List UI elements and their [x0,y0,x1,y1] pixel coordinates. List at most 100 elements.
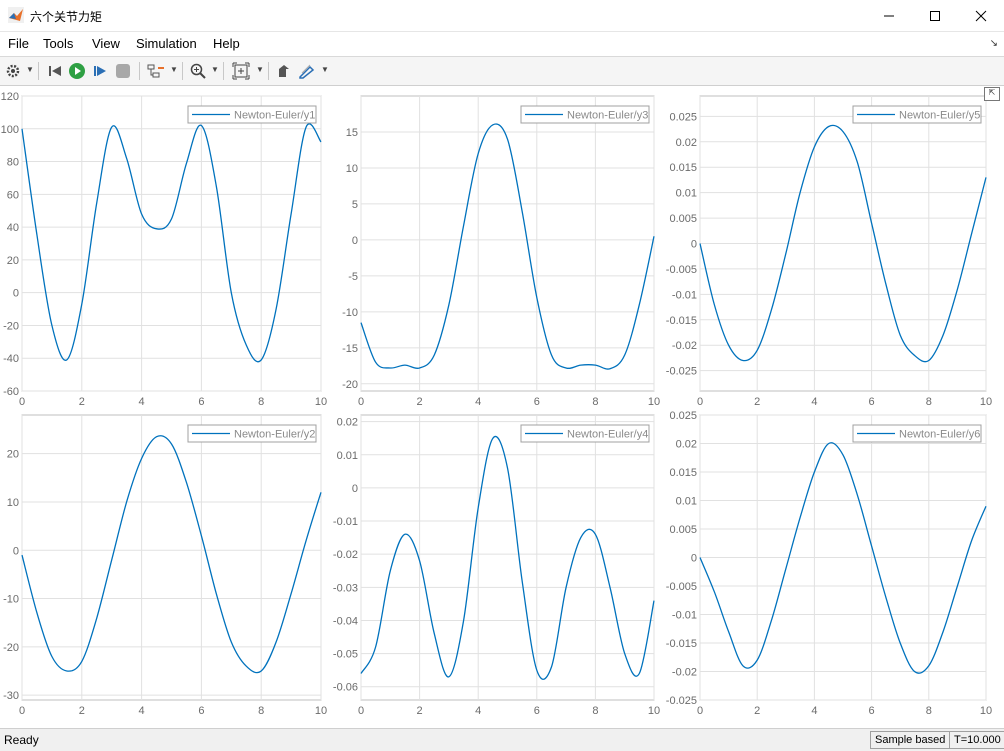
highlight-button[interactable] [274,61,294,81]
y-tick-label: 100 [1,124,19,136]
x-tick-label: 6 [198,705,204,717]
legend: Newton-Euler/y4 [520,424,650,443]
zoom-button[interactable] [188,61,208,81]
y-tick-label: 80 [7,157,19,169]
legend: Newton-Euler/y3 [520,105,650,124]
legend-label: Newton-Euler/y6 [899,429,980,441]
style-button[interactable] [297,61,317,81]
status-ready: Ready [4,733,39,747]
minimize-button[interactable] [866,0,912,31]
toolbar-divider [268,62,269,80]
y-tick-label: -0.02 [672,667,697,679]
x-tick-label: 10 [315,396,327,408]
stop-icon [116,64,130,78]
scope-panel-5[interactable]: 0 2 4 6 8 10 -0.025 -0.02 -0.015 -0.01 -0.005 0 0.00… [666,95,992,408]
legend: Newton-Euler/y6 [852,424,982,443]
close-icon [975,10,987,21]
x-tick-label: 8 [592,705,598,717]
chevron-down-icon[interactable]: ▼ [256,65,264,74]
y-tick-label: 0 [352,483,358,495]
x-tick-label: 8 [258,396,264,408]
y-tick-label: 0.015 [669,467,697,479]
close-button[interactable] [958,0,1004,31]
y-tick-label: -60 [3,386,19,398]
y-tick-label: 20 [7,255,19,267]
legend: Newton-Euler/y2 [187,424,317,443]
legend-label: Newton-Euler/y5 [899,110,980,122]
y-tick-label: -40 [3,353,19,365]
undock-icon[interactable]: ⇱ [984,87,1000,101]
toolbar-divider [38,62,39,80]
menu-help[interactable]: Help [213,36,240,51]
fit-view-icon [232,62,250,80]
y-tick-label: -0.04 [333,615,358,627]
run-button[interactable] [67,61,87,81]
y-tick-label: -0.015 [666,315,697,327]
menu-file[interactable]: File [8,36,29,51]
chevron-down-icon[interactable]: ▼ [170,65,178,74]
run-icon [69,63,85,79]
x-tick-label: 2 [79,396,85,408]
y-tick-label: -10 [3,594,19,606]
collapse-menu-icon[interactable]: ↘ [990,38,998,49]
title-bar: 六个关节力矩 [0,0,1004,32]
x-tick-label: 2 [754,705,760,717]
y-tick-label: -0.06 [333,682,358,694]
y-tick-label: 0.02 [676,439,697,451]
y-tick-label: 0 [13,288,19,300]
gear-icon [6,64,20,78]
scope-panel-1[interactable]: 0 2 4 6 8 10 -60 -40 -20 0 20 40 60 80 100 120 Newton-Eu… [1,91,327,408]
menu-view[interactable]: View [92,36,120,51]
menu-simulation[interactable]: Simulation [136,36,197,51]
scope-panel-4[interactable]: 0 2 4 6 8 10 -0.06 -0.05 -0.04 -0.03 -0.02 -0.01 0 0.… [333,414,660,717]
x-tick-label: 4 [139,396,145,408]
chevron-down-icon[interactable]: ▼ [211,65,219,74]
y-tick-label: -0.02 [672,340,697,352]
legend: Newton-Euler/y1 [187,105,317,124]
x-tick-label: 2 [79,705,85,717]
settings-button[interactable] [3,61,23,81]
scope-panel-6[interactable]: 0 2 4 6 8 10 -0.025 -0.02 -0.015 -0.01 -0.005 0 0.00… [666,410,992,717]
sample-mode: Sample based [870,731,951,749]
y-tick-label: 0.025 [669,111,697,123]
y-tick-label: -0.05 [333,649,358,661]
zoom-in-icon [190,63,206,79]
fit-view-button[interactable] [231,61,251,81]
y-tick-label: 10 [7,497,19,509]
stop-button[interactable] [113,61,133,81]
y-tick-label: -15 [342,343,358,355]
step-back-button[interactable] [45,61,65,81]
x-tick-label: 8 [258,705,264,717]
axes-box [21,95,322,392]
y-tick-label: 0.005 [669,213,697,225]
scope-panel-3[interactable]: 0 2 4 6 8 10 -20 -15 -10 -5 0 5 10 15 Newton-Euler/y3 [342,95,660,408]
x-tick-label: 8 [926,705,932,717]
y-tick-label: -0.01 [672,289,697,301]
x-tick-label: 4 [475,396,481,408]
chevron-down-icon[interactable]: ▼ [26,65,34,74]
y-tick-label: -20 [342,379,358,391]
y-tick-label: 0.02 [676,137,697,149]
y-tick-label: 0.025 [669,410,697,422]
x-tick-label: 6 [869,396,875,408]
x-tick-label: 10 [648,396,660,408]
y-tick-label: 0.01 [676,496,697,508]
maximize-button[interactable] [912,0,958,31]
y-tick-label: 10 [346,163,358,175]
scope-panel-2[interactable]: 0 2 4 6 8 10 -30 -20 -10 0 10 20 Newton-Euler/y2 [3,414,327,717]
y-tick-label: -20 [3,642,19,654]
x-tick-label: 6 [534,396,540,408]
x-tick-label: 4 [811,396,817,408]
x-tick-label: 0 [19,705,25,717]
signal-select-button[interactable] [146,61,166,81]
legend-label: Newton-Euler/y1 [234,110,315,122]
legend: Newton-Euler/y5 [852,105,982,124]
chevron-down-icon[interactable]: ▼ [321,65,329,74]
y-tick-label: 0.01 [676,188,697,200]
step-forward-button[interactable] [90,61,110,81]
scope-plot-area: 0 2 4 6 8 10 -60 -40 -20 0 20 40 60 80 100 120 Newton-Eu… [0,86,1004,728]
y-tick-label: 0 [13,545,19,557]
x-tick-label: 0 [19,396,25,408]
x-tick-label: 10 [315,705,327,717]
menu-tools[interactable]: Tools [43,36,73,51]
